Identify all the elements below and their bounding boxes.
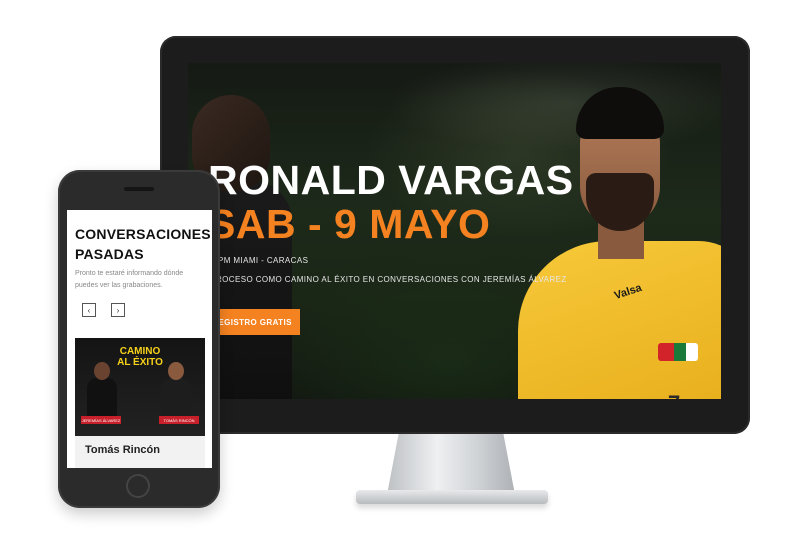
desktop-screen: Valsa 7 RONALD VARGAS SAB - 9 MAYO PM MI… — [188, 63, 721, 399]
section-heading: CONVERSACIONES PASADAS — [75, 226, 211, 262]
conversation-card[interactable]: CAMINO AL ÉXITO JEREMÍAS ÁLVAREZ TOMÁS R… — [75, 338, 205, 468]
monitor-base — [356, 490, 548, 504]
hero-date: SAB - 9 MAYO — [208, 201, 491, 247]
shirt-badge-icon — [658, 343, 698, 361]
hero-time: PM MIAMI - CARACAS — [218, 256, 309, 265]
phone-speaker — [124, 187, 154, 191]
phone-home-button — [126, 474, 150, 498]
conversation-poster: CAMINO AL ÉXITO JEREMÍAS ÁLVAREZ TOMÁS R… — [75, 338, 205, 436]
mobile-screen: CONVERSACIONES PASADAS Pronto te estaré … — [67, 210, 212, 468]
poster-title: CAMINO AL ÉXITO — [117, 346, 163, 368]
hero-title: RONALD VARGAS — [208, 157, 574, 203]
player-photo: Valsa 7 — [518, 81, 721, 399]
section-subtitle: Pronto te estaré informando dónde puedes… — [75, 270, 184, 289]
guest-name: Tomás Rincón — [85, 444, 160, 456]
poster-tag-right: TOMÁS RINCÓN — [159, 416, 199, 424]
chevron-right-icon[interactable]: › — [111, 303, 125, 317]
shirt-number: 7 — [668, 391, 680, 399]
poster-tag-left: JEREMÍAS ÁLVAREZ — [81, 416, 121, 424]
monitor-stand — [387, 434, 515, 492]
chevron-left-icon[interactable]: ‹ — [82, 303, 96, 317]
hero-description: ROCESO COMO CAMINO AL ÉXITO EN CONVERSAC… — [216, 275, 567, 284]
